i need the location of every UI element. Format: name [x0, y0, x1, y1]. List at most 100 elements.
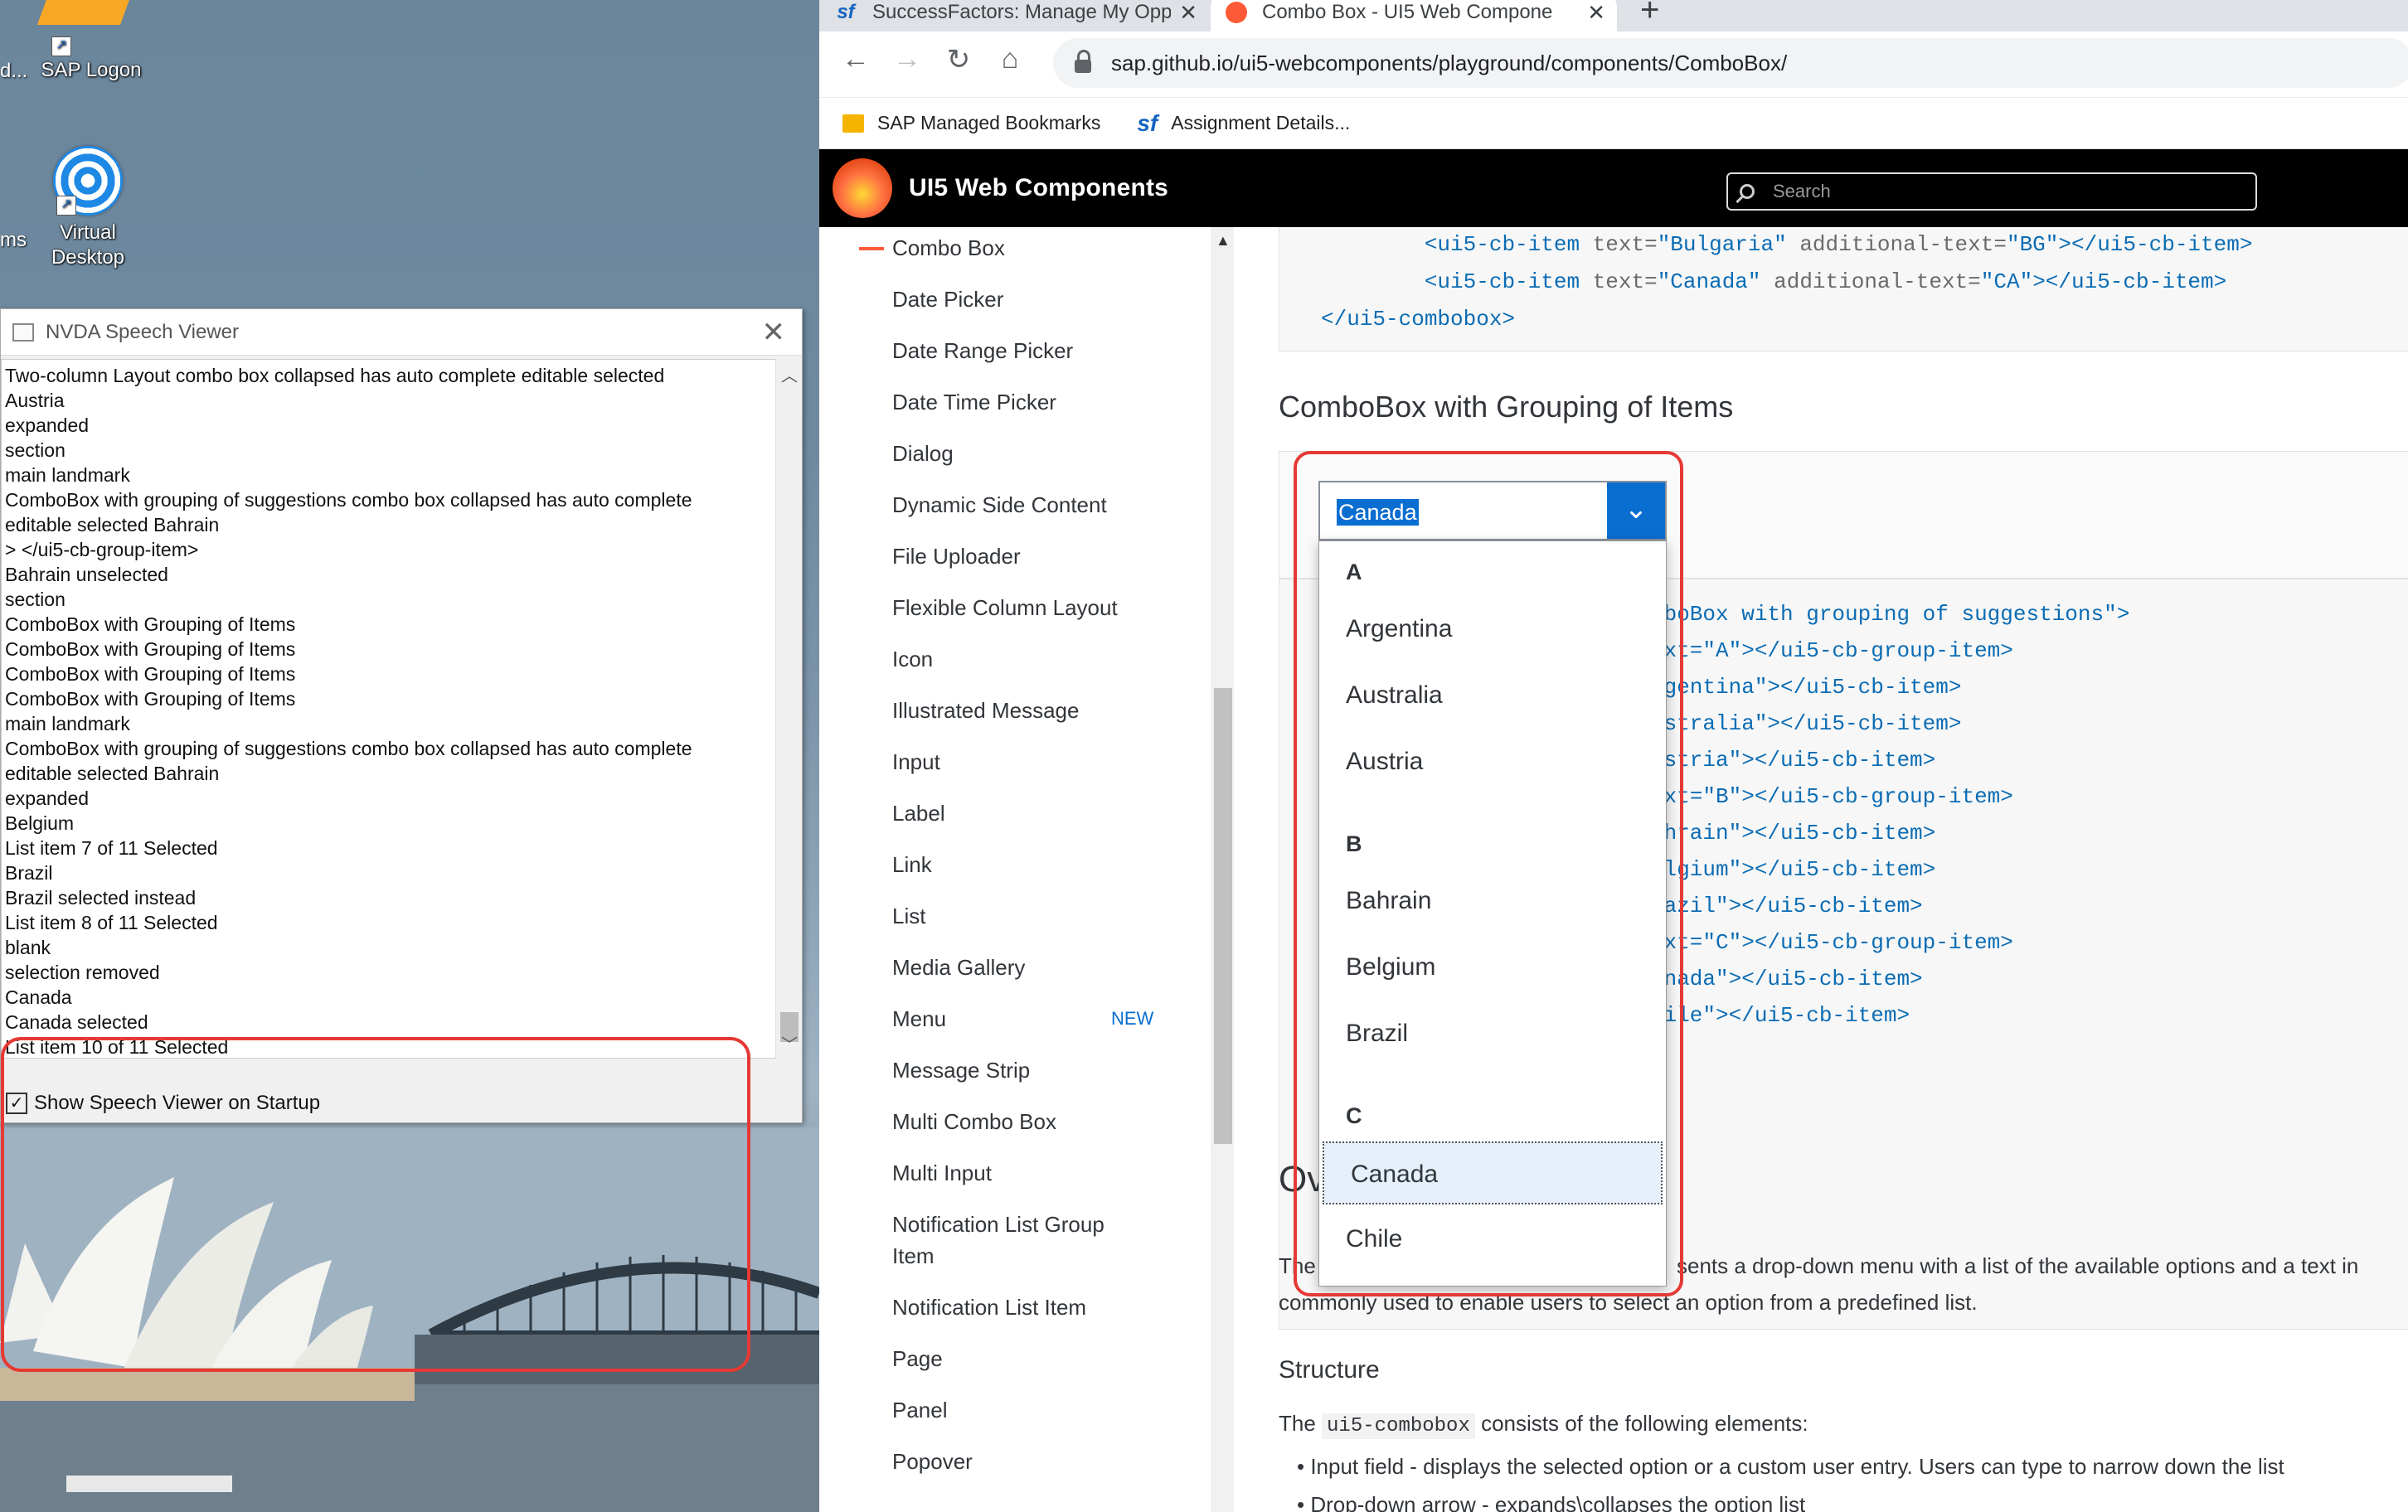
scroll-up-icon[interactable]: ▲	[1216, 232, 1231, 250]
nav-item[interactable]: Combo Box	[859, 234, 1005, 262]
reload-icon[interactable]: ↻	[942, 43, 975, 76]
checkbox-check-icon: ✓	[6, 1093, 27, 1114]
sf-icon: sf	[1137, 109, 1158, 136]
nav-item[interactable]: Multi Input	[892, 1159, 992, 1187]
nvda-titlebar[interactable]: NVDA Speech Viewer	[1, 309, 802, 356]
ui5-header: UI5 Web Components Search	[819, 149, 2408, 227]
code-token: ></ui5-cb-item>	[2058, 232, 2253, 257]
desktop-icon-label: Virtual Desktop	[51, 221, 125, 269]
desktop-edge-label: d...	[0, 60, 28, 82]
nav-item[interactable]: Media Gallery	[892, 953, 1025, 981]
nav-item[interactable]: Panel	[892, 1396, 948, 1424]
nav-item[interactable]: List	[892, 902, 925, 930]
code-line: ustria"></ui5-cb-item>	[1651, 748, 1936, 773]
desktop-icon-label: SAP Logon	[41, 59, 142, 81]
tab-successfactors[interactable]: sf SuccessFactors: Manage My Opp ✕	[819, 0, 1209, 32]
nav-item[interactable]: Popover	[892, 1447, 973, 1476]
speech-log-line: ComboBox with Grouping of Items	[5, 638, 296, 660]
structure-heading: Structure	[1279, 1356, 1380, 1384]
nav-item[interactable]: Message Strip	[892, 1056, 1030, 1084]
code-line: rgentina"></ui5-cb-item>	[1651, 675, 1962, 700]
speech-log-line: > </ui5-cb-group-item>	[5, 539, 199, 560]
nav-item[interactable]: Icon	[892, 645, 933, 673]
code-token: ></ui5-cb-item>	[2032, 269, 2227, 294]
side-navigation-scrollbar[interactable]: ▲	[1211, 227, 1234, 1512]
nav-item[interactable]: Date Range Picker	[892, 337, 1073, 365]
desktop: d... ↗ SAP Logon ms ↗ Virtual Desktop NV…	[0, 0, 819, 1512]
close-tab-icon[interactable]: ✕	[1587, 0, 1605, 26]
code-token: </ui5-combobox>	[1321, 307, 1516, 332]
bullet-item: • Input field - displays the selected op…	[1297, 1454, 2284, 1479]
desktop-icon-sap-logon[interactable]: ↗ SAP Logon	[25, 25, 158, 83]
scrollbar-thumb[interactable]	[1214, 688, 1232, 1144]
close-icon[interactable]: ✕	[762, 316, 786, 349]
bullet-text: Input field - displays the selected opti…	[1310, 1454, 2284, 1479]
shortcut-arrow-icon: ↗	[56, 196, 76, 216]
bookmark-assignment-details[interactable]: sf Assignment Details...	[1137, 110, 1350, 137]
scroll-down-icon[interactable]: ﹀	[781, 1031, 798, 1055]
nav-item[interactable]: Date Picker	[892, 285, 1003, 313]
search-input[interactable]: Search	[1726, 172, 2257, 211]
forward-icon[interactable]: →	[891, 43, 924, 75]
desktop-icon-virtual-desktop[interactable]: ↗ Virtual Desktop	[22, 146, 154, 270]
nav-item[interactable]: Menu	[892, 1005, 946, 1033]
close-tab-icon[interactable]: ✕	[1179, 0, 1197, 26]
nav-item[interactable]: Date Time Picker	[892, 388, 1056, 416]
main-content: <ui5-cb-item text="Bulgaria" additional-…	[1234, 227, 2408, 1512]
speech-log-line: Two-column Layout combo box collapsed ha…	[5, 365, 665, 386]
nav-item[interactable]: Multi Combo Box	[892, 1107, 1056, 1136]
bullet-item: • Drop-down arrow - expands\collapses th…	[1297, 1492, 1805, 1512]
ui5-brand-title[interactable]: UI5 Web Components	[909, 174, 1168, 202]
checkbox-label: Show Speech Viewer on Startup	[34, 1092, 321, 1114]
speech-log-line: section	[5, 439, 66, 461]
speech-log-line: blank	[5, 937, 51, 958]
code-line: anada"></ui5-cb-item>	[1651, 967, 1923, 991]
code-token: additional-text=	[1760, 269, 1981, 294]
nav-item[interactable]: Dynamic Side Content	[892, 491, 1107, 519]
code-token: "CA"	[1980, 269, 2033, 294]
speech-log-line: Brazil selected instead	[5, 887, 197, 909]
code-token: "Canada"	[1657, 269, 1761, 294]
show-on-startup-checkbox[interactable]: ✓ Show Speech Viewer on Startup	[6, 1092, 320, 1115]
bookmark-label: SAP Managed Bookmarks	[877, 112, 1101, 133]
nav-item[interactable]: Item	[892, 1242, 935, 1270]
nav-item[interactable]: Input	[892, 748, 940, 776]
code-line: ext="C"></ui5-cb-group-item>	[1651, 930, 2013, 955]
nav-item[interactable]: Notification List Group	[892, 1210, 1104, 1238]
code-line: razil"></ui5-cb-item>	[1651, 894, 1923, 918]
code-line: </ui5-combobox>	[1321, 301, 2408, 338]
back-icon[interactable]: ←	[839, 43, 872, 75]
speech-log-scrollbar[interactable]: ︿ ﹀	[775, 359, 802, 1059]
browser-window: sf SuccessFactors: Manage My Opp ✕ Combo…	[819, 0, 2408, 1512]
bookmark-sap-managed[interactable]: SAP Managed Bookmarks	[842, 112, 1100, 134]
tab-label: SuccessFactors: Manage My Opp	[872, 1, 1171, 23]
partial-desktop-icon[interactable]	[36, 0, 136, 25]
nav-item[interactable]: File Uploader	[892, 542, 1021, 570]
nav-item[interactable]: Flexible Column Layout	[892, 594, 1118, 622]
new-tab-button[interactable]: +	[1640, 0, 1659, 29]
virtual-desktop-icon: ↗	[53, 146, 123, 216]
tab-combo-box[interactable]: Combo Box - UI5 Web Compone ✕	[1211, 0, 1617, 32]
nav-item[interactable]: Illustrated Message	[892, 696, 1079, 724]
section-title: ComboBox with Grouping of Items	[1279, 390, 1734, 424]
nav-item[interactable]: Link	[892, 850, 932, 879]
address-bar[interactable]: sap.github.io/ui5-webcomponents/playgrou…	[1053, 38, 2408, 88]
nav-item[interactable]: Notification List Item	[892, 1293, 1086, 1321]
code-token: <ui5-cb-item	[1424, 269, 1580, 294]
structure-text: The ui5-combobox consists of the followi…	[1279, 1411, 1808, 1439]
speech-log-line: ComboBox with Grouping of Items	[5, 688, 296, 710]
scroll-up-icon[interactable]: ︿	[781, 362, 798, 386]
ui5-logo-icon[interactable]	[833, 158, 892, 218]
code-token: <ui5-cb-item	[1424, 232, 1580, 257]
window-icon	[12, 322, 34, 342]
speech-log[interactable]: Two-column Layout combo box collapsed ha…	[1, 359, 780, 1059]
home-icon[interactable]: ⌂	[993, 43, 1027, 75]
bookmarks-bar: SAP Managed Bookmarks sf Assignment Deta…	[819, 98, 2408, 149]
bullet-text: Drop-down arrow - expands\collapses the …	[1310, 1492, 1806, 1512]
highlight-annotation	[1294, 451, 1683, 1296]
code-line: ustralia"></ui5-cb-item>	[1651, 711, 1962, 736]
nav-item[interactable]: Page	[892, 1345, 943, 1373]
nav-item[interactable]: Dialog	[892, 439, 954, 468]
lock-icon	[1075, 50, 1091, 73]
nav-item[interactable]: Label	[892, 799, 945, 827]
